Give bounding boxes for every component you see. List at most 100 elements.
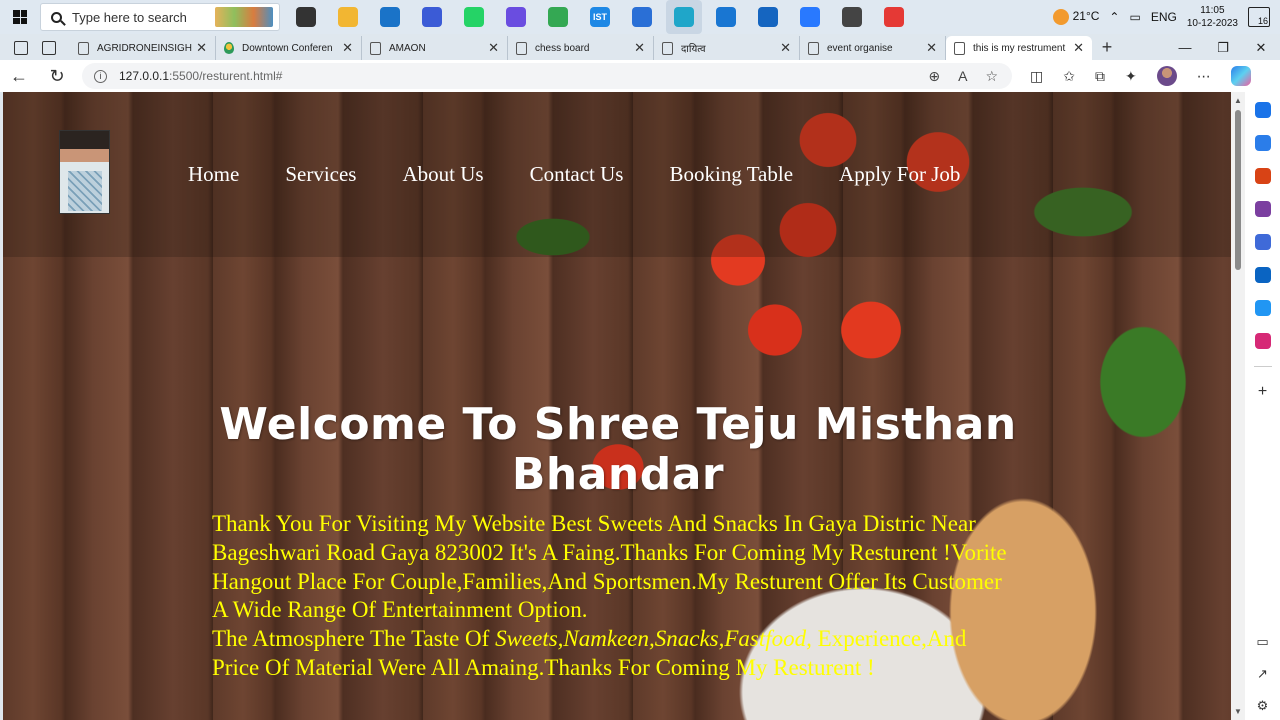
tag-icon[interactable] — [1254, 135, 1271, 151]
taskbar-app-edge[interactable] — [666, 0, 702, 34]
map-pin-icon — [224, 42, 234, 54]
taskbar-search-placeholder: Type here to search — [72, 9, 187, 25]
chess-icon[interactable] — [1254, 201, 1271, 217]
browser-tab[interactable]: AMAON ✕ — [362, 36, 508, 60]
nav-link-about-us[interactable]: About Us — [402, 162, 483, 187]
browser-tab[interactable]: Downtown Conferen ✕ — [216, 36, 362, 60]
workspaces-icon[interactable] — [14, 41, 28, 55]
taskbar-app-whatsapp[interactable] — [456, 0, 492, 34]
close-tab-icon[interactable]: ✕ — [926, 40, 937, 56]
collections-icon[interactable]: ⧉ — [1095, 68, 1105, 85]
scroll-down-icon[interactable]: ▼ — [1234, 707, 1242, 716]
copilot-icon[interactable] — [1230, 66, 1251, 86]
taskbar-app-app-purple[interactable] — [498, 0, 534, 34]
start-button[interactable] — [0, 0, 40, 34]
address-bar[interactable]: i 127.0.0.1:5500/resturent.html# ⊕ A ☆ — [82, 63, 1012, 89]
favorite-star-icon[interactable]: ☆ — [985, 68, 998, 85]
info-icon[interactable]: i — [94, 69, 107, 83]
taskbar-app-vscode[interactable] — [708, 0, 744, 34]
tab-label: AGRIDRONEINSIGHT — [97, 42, 193, 54]
taskbar-app-paint[interactable] — [792, 0, 828, 34]
profile-avatar[interactable] — [1156, 66, 1177, 86]
nav-link-apply-for-job[interactable]: Apply For Job — [839, 162, 960, 187]
sidebar-add-icon[interactable]: + — [1258, 384, 1267, 400]
taskbar-app-ist-app[interactable]: IST — [582, 0, 618, 34]
taskbar-search[interactable]: Type here to search — [40, 3, 280, 31]
copilot-app-icon[interactable] — [1254, 234, 1271, 250]
page-icon — [662, 41, 673, 55]
nav-link-contact-us[interactable]: Contact Us — [530, 162, 624, 187]
taskbar-app-settings[interactable] — [834, 0, 870, 34]
url-path: :5500/resturent.html# — [169, 69, 283, 83]
system-tray: 21°C ⌃ ▭ ENG 11:05 10-12-2023 16 — [1052, 4, 1280, 30]
window-controls: — ❐ ✕ — [1166, 40, 1280, 60]
send-icon[interactable] — [1254, 300, 1271, 316]
taskbar-app-media-player[interactable] — [750, 0, 786, 34]
mail-icon — [380, 7, 400, 27]
open-external-icon[interactable]: ↗ — [1257, 666, 1268, 682]
close-tab-icon[interactable]: ✕ — [488, 40, 499, 56]
taskbar-app-mail[interactable] — [372, 0, 408, 34]
taskbar-app-task-view[interactable] — [288, 0, 324, 34]
clock[interactable]: 11:05 10-12-2023 — [1187, 4, 1238, 30]
page-icon — [78, 41, 89, 55]
taskbar-app-brave[interactable] — [414, 0, 450, 34]
taskbar-app-app-red[interactable] — [876, 0, 912, 34]
weather-widget[interactable]: 21°C — [1052, 9, 1100, 25]
search-icon[interactable] — [1254, 102, 1271, 118]
address-bar-tools: ⊕ A ☆ — [928, 68, 1012, 85]
instagram-icon[interactable] — [1254, 333, 1271, 349]
minimize-icon[interactable]: — — [1166, 40, 1204, 60]
browser-tab[interactable]: this is my restrument ✕ — [946, 36, 1092, 60]
maximize-icon[interactable]: ❐ — [1204, 40, 1242, 60]
sidebar-panel-icon[interactable]: ▭ — [1256, 634, 1268, 650]
zoom-icon[interactable]: ⊕ — [928, 68, 940, 85]
nav-link-home[interactable]: Home — [188, 162, 239, 187]
nav-link-services[interactable]: Services — [285, 162, 356, 187]
page-scrollbar[interactable]: ▲ ▼ — [1231, 92, 1245, 720]
new-tab-button[interactable]: + — [1092, 37, 1122, 60]
browser-tab[interactable]: AGRIDRONEINSIGHT ✕ — [70, 36, 216, 60]
taskbar-app-maps[interactable] — [540, 0, 576, 34]
media-player-icon — [758, 7, 778, 27]
sidebar-settings-icon[interactable]: ⚙ — [1257, 698, 1269, 714]
tab-actions-icon[interactable] — [42, 41, 56, 55]
ist-app-icon: IST — [590, 7, 610, 27]
app-purple-icon — [506, 7, 526, 27]
close-tab-icon[interactable]: ✕ — [780, 40, 791, 56]
close-tab-icon[interactable]: ✕ — [196, 40, 207, 56]
page-icon — [954, 41, 965, 55]
sidebar-bottom: ▭ ↗ ⚙ — [1245, 634, 1280, 714]
more-options-icon[interactable]: ⋯ — [1197, 68, 1211, 85]
language-indicator[interactable]: ENG — [1151, 10, 1177, 24]
close-tab-icon[interactable]: ✕ — [634, 40, 645, 56]
battery-icon[interactable]: ▭ — [1129, 10, 1140, 24]
favorites-icon[interactable]: ✩ — [1063, 68, 1075, 85]
scrollbar-thumb[interactable] — [1235, 110, 1241, 270]
split-screen-icon[interactable]: ◫ — [1030, 68, 1043, 85]
scroll-up-icon[interactable]: ▲ — [1234, 96, 1242, 105]
taskbar-app-translator[interactable] — [624, 0, 660, 34]
chevron-up-icon[interactable]: ⌃ — [1109, 10, 1119, 24]
hero-text-para1: Thank You For Visiting My Website Best S… — [212, 511, 1007, 623]
toolbox-icon[interactable] — [1254, 168, 1271, 184]
refresh-icon[interactable]: ↻ — [38, 66, 76, 87]
close-tab-icon[interactable]: ✕ — [1073, 40, 1084, 56]
taskbar-app-file-explorer[interactable] — [330, 0, 366, 34]
page-icon — [516, 41, 527, 55]
extensions-icon[interactable]: ✦ — [1125, 68, 1137, 85]
hero-title: Welcome To Shree Teju Misthan Bhandar — [219, 399, 1017, 500]
temperature: 21°C — [1072, 9, 1100, 24]
notification-center-button[interactable]: 16 — [1248, 7, 1270, 27]
browser-tab[interactable]: दायित्व ✕ — [654, 36, 800, 60]
close-window-icon[interactable]: ✕ — [1242, 40, 1280, 60]
back-arrow-icon[interactable]: ← — [0, 66, 38, 87]
browser-tab[interactable]: chess board ✕ — [508, 36, 654, 60]
close-tab-icon[interactable]: ✕ — [342, 40, 353, 56]
browser-tab[interactable]: event organise ✕ — [800, 36, 946, 60]
read-aloud-icon[interactable]: A — [958, 68, 967, 85]
nav-link-booking-table[interactable]: Booking Table — [669, 162, 793, 187]
page-icon — [370, 41, 381, 55]
site-logo-photo[interactable] — [59, 130, 110, 214]
outlook-icon[interactable] — [1254, 267, 1271, 283]
